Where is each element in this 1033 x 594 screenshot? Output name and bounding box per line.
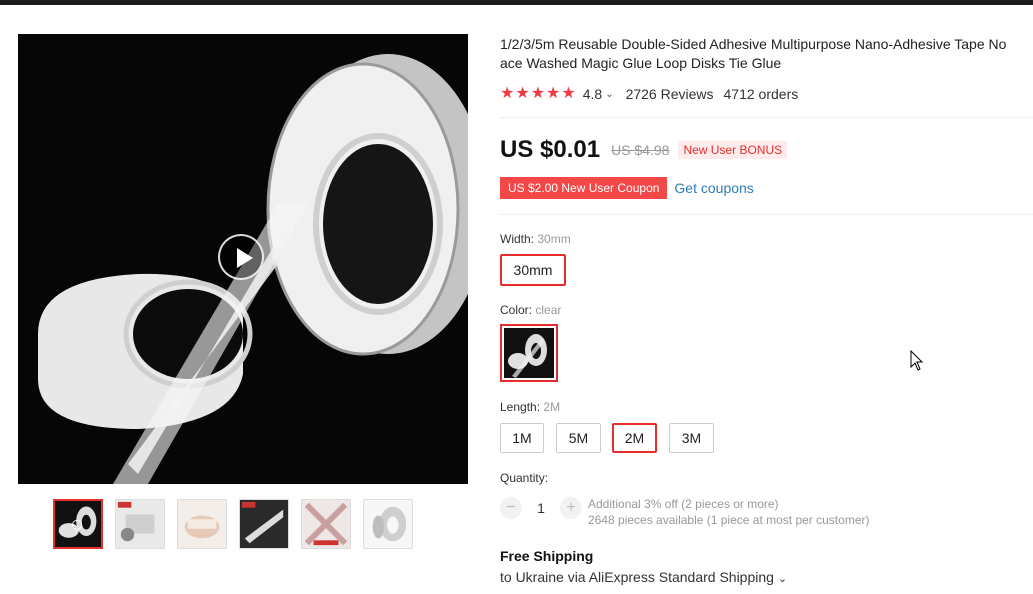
length-selected-value: 2M (543, 400, 561, 414)
shipping-destination-text: to Ukraine via AliExpress Standard Shipp… (500, 569, 774, 585)
reviews-link[interactable]: 2726 Reviews (626, 86, 714, 102)
shipping-destination[interactable]: to Ukraine via AliExpress Standard Shipp… (500, 569, 787, 585)
color-label-text: Color: (500, 303, 533, 317)
thumbnail-strip (53, 499, 413, 549)
width-label: Width: 30mm (500, 232, 571, 246)
current-price: US $0.01 (500, 136, 601, 163)
star-icon: ★ (546, 85, 561, 102)
divider (500, 117, 1033, 118)
divider (500, 214, 1033, 215)
shipping-title: Free Shipping (500, 548, 594, 564)
top-bar (0, 0, 1033, 5)
rating-stars: ★ ★ ★ ★ ★ (500, 86, 576, 102)
quantity-label: Quantity: (500, 471, 549, 485)
color-label: Color: clear (500, 303, 561, 317)
chevron-down-icon[interactable]: ⌄ (605, 89, 613, 100)
thumbnail-3[interactable] (177, 499, 227, 549)
quantity-available-note: 2648 pieces available (1 piece at most p… (588, 513, 870, 527)
length-label-text: Length: (500, 400, 541, 414)
star-icon: ★ (500, 85, 515, 102)
quantity-stepper: − + (500, 497, 582, 519)
rating-row: ★ ★ ★ ★ ★ 4.8 ⌄ 2726 Reviews 4712 orders (500, 85, 798, 103)
color-option-clear[interactable] (500, 324, 558, 382)
coupon-badge[interactable]: US $2.00 New User Coupon (500, 177, 668, 199)
length-option-2m[interactable]: 2M (612, 423, 657, 453)
chevron-down-icon: ⌄ (777, 573, 788, 585)
star-icon: ★ (530, 85, 546, 102)
quantity-decrease-button[interactable]: − (500, 497, 522, 519)
width-option-30mm[interactable]: 30mm (500, 254, 566, 286)
quantity-input[interactable] (522, 499, 560, 517)
rating-value[interactable]: 4.8 (583, 86, 602, 102)
thumbnail-5[interactable] (301, 499, 351, 549)
orders-count: 4712 orders (723, 86, 799, 102)
play-video-button[interactable] (218, 234, 264, 280)
product-title: 1/2/3/5m Reusable Double-Sided Adhesive … (500, 36, 1007, 71)
original-price: US $4.98 (611, 142, 670, 158)
length-label: Length: 2M (500, 400, 560, 414)
width-selected-value: 30mm (537, 232, 571, 246)
quantity-discount-note: Additional 3% off (2 pieces or more) (588, 497, 779, 511)
thumbnail-6[interactable] (363, 499, 413, 549)
price-row: US $0.01 US $4.98 New User BONUS (500, 136, 788, 164)
length-option-5m[interactable]: 5M (556, 423, 601, 453)
coupon-row: US $2.00 New User Coupon Get coupons (500, 177, 754, 199)
get-coupons-link[interactable]: Get coupons (674, 180, 753, 196)
thumbnail-1[interactable] (53, 499, 103, 549)
quantity-increase-button[interactable]: + (560, 497, 582, 519)
quantity-info: Additional 3% off (2 pieces or more) 264… (588, 496, 869, 528)
star-icon: ★ (561, 85, 576, 102)
main-product-image[interactable] (18, 34, 468, 484)
color-swatch-image (504, 328, 554, 378)
mouse-cursor-icon (910, 350, 924, 371)
width-label-text: Width: (500, 232, 535, 246)
thumbnail-4[interactable] (239, 499, 289, 549)
length-option-1m[interactable]: 1M (500, 423, 544, 453)
new-user-bonus-badge: New User BONUS (678, 141, 788, 159)
color-selected-value: clear (535, 303, 562, 317)
star-icon: ★ (515, 85, 530, 102)
thumbnail-2[interactable] (115, 499, 165, 549)
length-option-3m[interactable]: 3M (669, 423, 714, 453)
